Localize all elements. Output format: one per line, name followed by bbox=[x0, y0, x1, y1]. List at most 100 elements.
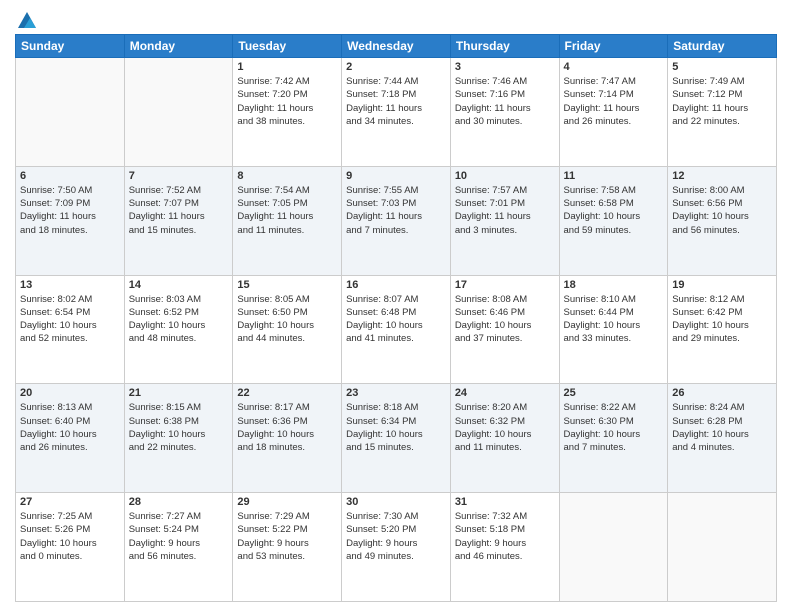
day-number: 24 bbox=[455, 387, 555, 399]
day-number: 25 bbox=[564, 387, 664, 399]
calendar-cell: 10Sunrise: 7:57 AM Sunset: 7:01 PM Dayli… bbox=[450, 166, 559, 275]
day-info: Sunrise: 8:05 AM Sunset: 6:50 PM Dayligh… bbox=[237, 293, 337, 346]
day-info: Sunrise: 8:20 AM Sunset: 6:32 PM Dayligh… bbox=[455, 401, 555, 454]
calendar-cell: 25 Sunrise: 8:22 AM Sunset: 6:30 PM Dayli… bbox=[559, 384, 668, 493]
calendar-cell: 12Sunrise: 8:00 AM Sunset: 6:56 PM Dayli… bbox=[668, 166, 777, 275]
calendar-cell: 29 Sunrise: 7:29 AM Sunset: 5:22 PM Dayli… bbox=[233, 493, 342, 602]
day-info: Sunrise: 7:42 AM Sunset: 7:20 PM Dayligh… bbox=[237, 75, 337, 128]
day-info: Sunrise: 7:46 AM Sunset: 7:16 PM Dayligh… bbox=[455, 75, 555, 128]
calendar-cell: 24 Sunrise: 8:20 AM Sunset: 6:32 PM Dayli… bbox=[450, 384, 559, 493]
day-number: 4 bbox=[564, 61, 664, 73]
calendar-cell: 21 Sunrise: 8:15 AM Sunset: 6:38 PM Dayli… bbox=[124, 384, 233, 493]
day-number: 29 bbox=[237, 496, 337, 508]
calendar-cell: 20 Sunrise: 8:13 AM Sunset: 6:40 PM Dayli… bbox=[16, 384, 125, 493]
day-number: 18 bbox=[564, 279, 664, 291]
day-info: Sunrise: 8:18 AM Sunset: 6:34 PM Dayligh… bbox=[346, 401, 446, 454]
calendar-cell bbox=[559, 493, 668, 602]
day-info: Sunrise: 8:24 AM Sunset: 6:28 PM Dayligh… bbox=[672, 401, 772, 454]
calendar-cell: 17Sunrise: 8:08 AM Sunset: 6:46 PM Dayli… bbox=[450, 275, 559, 384]
calendar-cell: 26Sunrise: 8:24 AM Sunset: 6:28 PM Dayli… bbox=[668, 384, 777, 493]
calendar-week-row: 1 Sunrise: 7:42 AM Sunset: 7:20 PM Daylig… bbox=[16, 58, 777, 167]
day-number: 6 bbox=[20, 170, 120, 182]
calendar-week-row: 6 Sunrise: 7:50 AM Sunset: 7:09 PM Daylig… bbox=[16, 166, 777, 275]
day-info: Sunrise: 7:54 AM Sunset: 7:05 PM Dayligh… bbox=[237, 184, 337, 237]
calendar-cell bbox=[124, 58, 233, 167]
day-number: 9 bbox=[346, 170, 446, 182]
day-number: 7 bbox=[129, 170, 229, 182]
day-number: 5 bbox=[672, 61, 772, 73]
calendar-weekday-wednesday: Wednesday bbox=[342, 35, 451, 58]
calendar-cell: 2 Sunrise: 7:44 AM Sunset: 7:18 PM Daylig… bbox=[342, 58, 451, 167]
calendar-week-row: 13 Sunrise: 8:02 AM Sunset: 6:54 PM Dayli… bbox=[16, 275, 777, 384]
day-info: Sunrise: 8:15 AM Sunset: 6:38 PM Dayligh… bbox=[129, 401, 229, 454]
day-number: 20 bbox=[20, 387, 120, 399]
day-info: Sunrise: 8:13 AM Sunset: 6:40 PM Dayligh… bbox=[20, 401, 120, 454]
calendar-cell: 1 Sunrise: 7:42 AM Sunset: 7:20 PM Daylig… bbox=[233, 58, 342, 167]
calendar-cell: 14Sunrise: 8:03 AM Sunset: 6:52 PM Dayli… bbox=[124, 275, 233, 384]
day-number: 27 bbox=[20, 496, 120, 508]
day-info: Sunrise: 7:25 AM Sunset: 5:26 PM Dayligh… bbox=[20, 510, 120, 563]
calendar-cell: 16Sunrise: 8:07 AM Sunset: 6:48 PM Dayli… bbox=[342, 275, 451, 384]
day-number: 19 bbox=[672, 279, 772, 291]
day-number: 21 bbox=[129, 387, 229, 399]
calendar-cell: 23 Sunrise: 8:18 AM Sunset: 6:34 PM Dayli… bbox=[342, 384, 451, 493]
calendar-cell: 6 Sunrise: 7:50 AM Sunset: 7:09 PM Daylig… bbox=[16, 166, 125, 275]
day-info: Sunrise: 8:07 AM Sunset: 6:48 PM Dayligh… bbox=[346, 293, 446, 346]
calendar-cell: 3 Sunrise: 7:46 AM Sunset: 7:16 PM Daylig… bbox=[450, 58, 559, 167]
day-number: 2 bbox=[346, 61, 446, 73]
day-info: Sunrise: 7:29 AM Sunset: 5:22 PM Dayligh… bbox=[237, 510, 337, 563]
day-info: Sunrise: 7:32 AM Sunset: 5:18 PM Dayligh… bbox=[455, 510, 555, 563]
day-info: Sunrise: 8:22 AM Sunset: 6:30 PM Dayligh… bbox=[564, 401, 664, 454]
calendar-cell: 28Sunrise: 7:27 AM Sunset: 5:24 PM Dayli… bbox=[124, 493, 233, 602]
day-info: Sunrise: 7:27 AM Sunset: 5:24 PM Dayligh… bbox=[129, 510, 229, 563]
calendar-cell: 8 Sunrise: 7:54 AM Sunset: 7:05 PM Daylig… bbox=[233, 166, 342, 275]
day-number: 1 bbox=[237, 61, 337, 73]
calendar-cell: 9 Sunrise: 7:55 AM Sunset: 7:03 PM Daylig… bbox=[342, 166, 451, 275]
day-number: 13 bbox=[20, 279, 120, 291]
day-info: Sunrise: 8:03 AM Sunset: 6:52 PM Dayligh… bbox=[129, 293, 229, 346]
day-info: Sunrise: 8:02 AM Sunset: 6:54 PM Dayligh… bbox=[20, 293, 120, 346]
day-info: Sunrise: 7:55 AM Sunset: 7:03 PM Dayligh… bbox=[346, 184, 446, 237]
day-number: 22 bbox=[237, 387, 337, 399]
day-info: Sunrise: 8:10 AM Sunset: 6:44 PM Dayligh… bbox=[564, 293, 664, 346]
day-number: 23 bbox=[346, 387, 446, 399]
day-number: 11 bbox=[564, 170, 664, 182]
calendar-cell: 11Sunrise: 7:58 AM Sunset: 6:58 PM Dayli… bbox=[559, 166, 668, 275]
day-number: 8 bbox=[237, 170, 337, 182]
day-info: Sunrise: 7:44 AM Sunset: 7:18 PM Dayligh… bbox=[346, 75, 446, 128]
calendar-cell: 13 Sunrise: 8:02 AM Sunset: 6:54 PM Dayli… bbox=[16, 275, 125, 384]
day-info: Sunrise: 8:17 AM Sunset: 6:36 PM Dayligh… bbox=[237, 401, 337, 454]
logo bbox=[15, 10, 39, 26]
header bbox=[15, 10, 777, 26]
day-info: Sunrise: 7:49 AM Sunset: 7:12 PM Dayligh… bbox=[672, 75, 772, 128]
calendar-cell: 19 Sunrise: 8:12 AM Sunset: 6:42 PM Dayli… bbox=[668, 275, 777, 384]
day-number: 10 bbox=[455, 170, 555, 182]
logo-icon bbox=[16, 10, 38, 32]
calendar-cell: 15 Sunrise: 8:05 AM Sunset: 6:50 PM Dayli… bbox=[233, 275, 342, 384]
day-number: 12 bbox=[672, 170, 772, 182]
calendar-cell: 30Sunrise: 7:30 AM Sunset: 5:20 PM Dayli… bbox=[342, 493, 451, 602]
calendar-cell: 22 Sunrise: 8:17 AM Sunset: 6:36 PM Dayli… bbox=[233, 384, 342, 493]
calendar-weekday-monday: Monday bbox=[124, 35, 233, 58]
calendar-cell: 5 Sunrise: 7:49 AM Sunset: 7:12 PM Daylig… bbox=[668, 58, 777, 167]
calendar-cell bbox=[668, 493, 777, 602]
day-info: Sunrise: 7:50 AM Sunset: 7:09 PM Dayligh… bbox=[20, 184, 120, 237]
day-number: 3 bbox=[455, 61, 555, 73]
calendar-week-row: 27 Sunrise: 7:25 AM Sunset: 5:26 PM Dayli… bbox=[16, 493, 777, 602]
calendar-cell: 4Sunrise: 7:47 AM Sunset: 7:14 PM Daylig… bbox=[559, 58, 668, 167]
calendar: SundayMondayTuesdayWednesdayThursdayFrid… bbox=[15, 34, 777, 602]
calendar-weekday-thursday: Thursday bbox=[450, 35, 559, 58]
calendar-week-row: 20 Sunrise: 8:13 AM Sunset: 6:40 PM Dayli… bbox=[16, 384, 777, 493]
day-number: 17 bbox=[455, 279, 555, 291]
calendar-cell: 7 Sunrise: 7:52 AM Sunset: 7:07 PM Daylig… bbox=[124, 166, 233, 275]
page: SundayMondayTuesdayWednesdayThursdayFrid… bbox=[0, 0, 792, 612]
calendar-weekday-sunday: Sunday bbox=[16, 35, 125, 58]
day-info: Sunrise: 8:12 AM Sunset: 6:42 PM Dayligh… bbox=[672, 293, 772, 346]
calendar-cell: 31Sunrise: 7:32 AM Sunset: 5:18 PM Dayli… bbox=[450, 493, 559, 602]
calendar-weekday-saturday: Saturday bbox=[668, 35, 777, 58]
day-number: 30 bbox=[346, 496, 446, 508]
calendar-cell: 27 Sunrise: 7:25 AM Sunset: 5:26 PM Dayli… bbox=[16, 493, 125, 602]
calendar-cell bbox=[16, 58, 125, 167]
day-number: 15 bbox=[237, 279, 337, 291]
day-info: Sunrise: 7:52 AM Sunset: 7:07 PM Dayligh… bbox=[129, 184, 229, 237]
